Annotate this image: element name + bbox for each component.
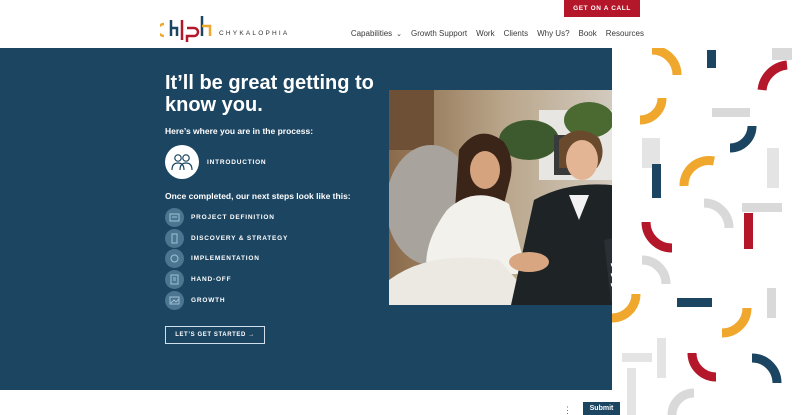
nav-capabilities-label: Capabilities bbox=[350, 29, 393, 38]
couple-photo bbox=[389, 90, 641, 305]
discovery-icon bbox=[165, 228, 184, 248]
handoff-icon bbox=[165, 270, 184, 290]
step-label: HAND-OFF bbox=[191, 276, 232, 284]
list-item: GROWTH bbox=[165, 290, 288, 311]
next-steps-list: PROJECT DEFINITION DISCOVERY & STRATEGY … bbox=[165, 207, 288, 311]
page: CHYKALOPHIA GET ON A CALL Capabilities ⌄… bbox=[0, 0, 801, 415]
step-label: DISCOVERY & STRATEGY bbox=[191, 234, 289, 242]
chykalophia-logo[interactable] bbox=[160, 10, 220, 42]
nav-why-us[interactable]: Why Us? bbox=[537, 29, 569, 38]
chevron-down-icon: ⌄ bbox=[396, 30, 403, 38]
step-label: IMPLEMENTATION bbox=[191, 255, 260, 263]
list-item: PROJECT DEFINITION bbox=[165, 207, 288, 228]
site-header: CHYKALOPHIA GET ON A CALL Capabilities ⌄… bbox=[0, 0, 801, 48]
step-label: PROJECT DEFINITION bbox=[191, 213, 275, 221]
nav-resources[interactable]: Resources bbox=[606, 29, 644, 38]
growth-icon bbox=[165, 291, 184, 311]
page-title: It’ll be great getting to know you. bbox=[165, 72, 374, 116]
list-item: DISCOVERY & STRATEGY bbox=[165, 228, 288, 249]
current-step-label: INTRODUCTION bbox=[207, 158, 267, 166]
brand-name: CHYKALOPHIA bbox=[219, 30, 290, 37]
nav-book[interactable]: Book bbox=[579, 29, 597, 38]
nav-capabilities[interactable]: Capabilities ⌄ bbox=[351, 29, 402, 38]
nav-work[interactable]: Work bbox=[476, 29, 495, 38]
definition-icon bbox=[165, 207, 184, 227]
main-nav: Capabilities ⌄ Growth Support Work Clien… bbox=[342, 29, 644, 38]
current-step: INTRODUCTION bbox=[165, 145, 266, 179]
list-item: IMPLEMENTATION bbox=[165, 249, 288, 270]
step-label: GROWTH bbox=[191, 297, 226, 305]
nav-growth-support[interactable]: Growth Support bbox=[411, 29, 467, 38]
people-icon bbox=[165, 145, 199, 179]
process-label: Here’s where you are in the process: bbox=[165, 126, 314, 136]
list-item: HAND-OFF bbox=[165, 269, 288, 290]
next-steps-label: Once completed, our next steps look like… bbox=[165, 191, 351, 201]
submit-button[interactable]: Submit bbox=[583, 402, 620, 415]
lets-get-started-button[interactable]: LET’S GET STARTED → bbox=[165, 326, 265, 344]
get-on-a-call-button[interactable]: GET ON A CALL bbox=[564, 0, 640, 17]
nav-clients[interactable]: Clients bbox=[504, 29, 528, 38]
more-options-icon[interactable]: ⋮ bbox=[563, 405, 572, 415]
implementation-icon bbox=[165, 249, 184, 269]
decorative-pattern bbox=[612, 48, 801, 415]
footer-strip bbox=[0, 390, 612, 415]
